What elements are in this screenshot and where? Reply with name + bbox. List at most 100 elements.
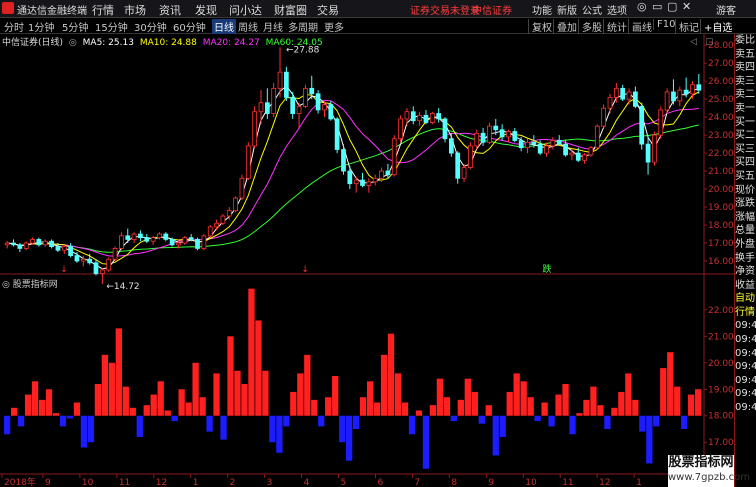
side-panel-item[interactable]: 09:47 (735, 319, 756, 333)
minimize-icon[interactable]: ▭ (652, 0, 662, 13)
menu-options[interactable]: 选项 (607, 2, 627, 17)
period-intraday[interactable]: 分时 (4, 19, 24, 34)
period-1min[interactable]: 1分钟 (28, 19, 54, 34)
menu-quotes[interactable]: 行情 (92, 2, 114, 18)
side-panel-item[interactable]: 涨跌 (735, 197, 756, 211)
period-weekly[interactable]: 周线 (238, 19, 258, 34)
tool-overlay[interactable]: 叠加 (553, 19, 577, 34)
indicator-bar (611, 407, 618, 416)
side-panel-item[interactable]: 现价 (735, 184, 756, 198)
candle-body (613, 87, 619, 98)
tool-mark[interactable]: 标记 (675, 19, 699, 34)
tool-adjust[interactable]: 复权 (528, 19, 552, 34)
guest-user[interactable]: 游客 (716, 2, 736, 17)
side-panel-item[interactable]: 涨幅 (735, 211, 756, 225)
indicator-bar (115, 328, 122, 416)
side-panel-item[interactable]: 卖二 (735, 88, 756, 102)
window-icon[interactable]: ▢ (667, 0, 677, 13)
side-panel-item[interactable]: 换手 (735, 252, 756, 266)
side-panel-item[interactable]: 09:47 (735, 360, 756, 374)
indicator-bar (10, 407, 18, 416)
candle-body (569, 152, 575, 156)
side-panel-item[interactable]: 卖五 (735, 48, 756, 62)
period-15min[interactable]: 15分钟 (95, 19, 128, 34)
indicator-bar (150, 394, 157, 416)
period-daily[interactable]: 日线 (212, 19, 236, 34)
close-icon[interactable]: ✕ (682, 0, 691, 13)
side-panel-item[interactable]: 卖三 (735, 75, 756, 89)
indicator-bar (318, 415, 325, 427)
side-panel-item[interactable]: 收益 (735, 279, 756, 293)
period-60min[interactable]: 60分钟 (173, 19, 206, 34)
indicator-bar (101, 354, 109, 416)
side-panel-item[interactable]: 买二 (735, 129, 756, 143)
side-panel-item[interactable]: 买三 (735, 143, 756, 157)
menu-new-version[interactable]: 新版 (557, 2, 577, 17)
side-panel-item[interactable]: 委比 (735, 34, 756, 48)
side-panel-item[interactable]: 总量 (735, 224, 756, 238)
candle-body (296, 105, 302, 114)
menu-function[interactable]: 功能 (532, 2, 552, 17)
period-multi[interactable]: 多周期 (288, 19, 318, 34)
menu-news[interactable]: 资讯 (159, 2, 181, 18)
side-panel-item[interactable]: 买五 (735, 170, 756, 184)
side-panel-item[interactable]: 买一 (735, 116, 756, 130)
ma5-line (7, 85, 699, 270)
y-tick-label: 18.00 (708, 221, 734, 231)
side-panel-item[interactable]: 自动 (735, 292, 756, 306)
side-panel-item[interactable]: 买四 (735, 156, 756, 170)
sub-chart-icon[interactable]: ◎ (2, 280, 10, 290)
side-panel-item[interactable]: 外盘 (735, 238, 756, 252)
indicator-bar (429, 405, 437, 416)
menu-market[interactable]: 市场 (124, 2, 146, 18)
ma20-line (7, 99, 699, 257)
period-5min[interactable]: 5分钟 (62, 19, 88, 34)
period-monthly[interactable]: 月线 (263, 19, 283, 34)
candle-body (125, 235, 131, 240)
indicator-bar (394, 373, 402, 416)
indicator-bar (555, 394, 562, 416)
side-panel-item[interactable]: 卖一 (735, 102, 756, 116)
indicator-bar (108, 362, 115, 416)
indicator-bar (569, 415, 576, 435)
tool-stats[interactable]: 统计 (603, 19, 627, 34)
period-30min[interactable]: 30分钟 (134, 19, 167, 34)
menu-ask[interactable]: 问小达 (229, 2, 262, 18)
expand-icon[interactable]: ◁ (690, 37, 697, 47)
tool-draw[interactable]: 画线 (628, 19, 652, 34)
side-panel-item[interactable]: 09:47 (735, 347, 756, 361)
side-panel-item[interactable]: 行情 (735, 306, 756, 320)
tool-f10[interactable]: F10 (653, 19, 675, 30)
side-panel-item[interactable]: 09:47 (735, 333, 756, 347)
menu-wealth[interactable]: 财富圈 (274, 2, 307, 18)
indicator-bar (66, 415, 74, 419)
signal-marker: ↓ (301, 265, 309, 275)
dropdown-icon[interactable]: ◎ (69, 38, 77, 48)
menu-formula[interactable]: 公式 (582, 2, 602, 17)
y-tick-label: 17.00 (708, 438, 734, 448)
side-panel-item[interactable]: 09:47 (735, 374, 756, 388)
self-select-button[interactable]: +自选 (700, 19, 732, 34)
kline-chart[interactable]: 28.0027.0026.0025.0024.0023.0022.0021.00… (0, 34, 734, 487)
help-icon[interactable]: ◎ (637, 0, 647, 13)
side-panel-item[interactable]: 09:47 (735, 387, 756, 401)
stock-name[interactable]: 中信证券(日线) (2, 38, 63, 48)
side-panel-item[interactable]: 卖四 (735, 61, 756, 75)
chart-settings-icon[interactable]: ▢ (705, 37, 714, 47)
indicator-bar (380, 354, 388, 416)
candle-body (188, 237, 194, 240)
tool-multi-stock[interactable]: 多股 (578, 19, 602, 34)
period-more[interactable]: 更多 (324, 19, 344, 34)
x-tick-label: 2 (230, 478, 236, 487)
side-panel-item[interactable]: 09:47 (735, 401, 756, 415)
menu-discover[interactable]: 发现 (195, 2, 217, 18)
indicator-bar (583, 399, 590, 416)
side-panel-item[interactable]: 净资 (735, 265, 756, 279)
candle-body (80, 258, 86, 262)
indicator-bar (80, 415, 88, 448)
menu-trade[interactable]: 交易 (317, 2, 339, 18)
indicator-bar (262, 370, 269, 416)
candle-body (690, 84, 695, 95)
login-warning[interactable]: 证券交易未登录 (410, 2, 480, 17)
broker-name[interactable]: 中信证券 (472, 2, 512, 17)
